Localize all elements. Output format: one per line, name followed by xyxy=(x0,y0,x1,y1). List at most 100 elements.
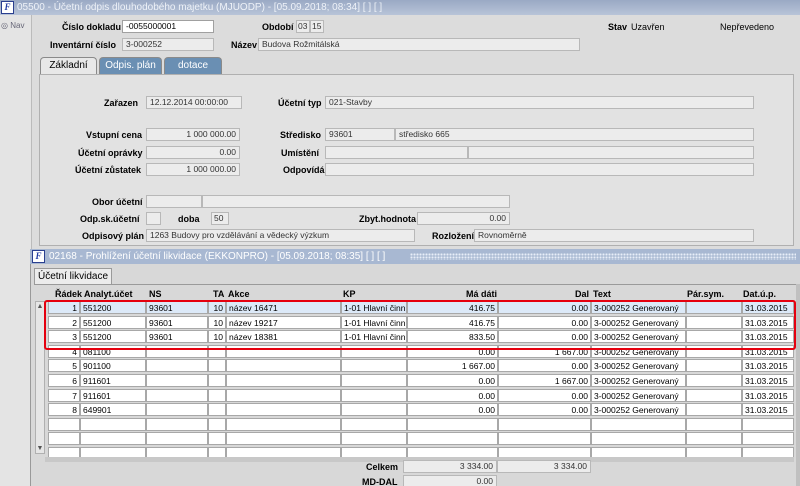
cell-akce[interactable] xyxy=(226,388,341,402)
stredisko-name-field[interactable]: středisko 665 xyxy=(395,128,754,141)
cell-akce[interactable]: název 16471 xyxy=(226,301,341,314)
col-text[interactable]: Text xyxy=(593,289,611,299)
cell-dal[interactable]: 0.00 xyxy=(498,403,591,417)
cell-radek[interactable]: 8 xyxy=(48,403,80,417)
cell-par[interactable] xyxy=(686,403,742,417)
inventarni-cislo-field[interactable]: 3-000252 xyxy=(122,38,214,51)
cell-ns[interactable] xyxy=(146,417,208,431)
stredisko-code-field[interactable]: 93601 xyxy=(325,128,395,141)
cell-ma_dati[interactable]: 0.00 xyxy=(407,344,498,358)
cell-ucet[interactable]: 649901 xyxy=(80,403,146,417)
cell-dal[interactable] xyxy=(498,417,591,431)
cell-kp[interactable] xyxy=(341,359,407,373)
col-analyt-ucet[interactable]: Analyt.účet xyxy=(84,289,133,299)
cell-akce[interactable] xyxy=(226,403,341,417)
cell-akce[interactable] xyxy=(226,432,341,446)
col-par-sym[interactable]: Pár.sym. xyxy=(687,289,724,299)
umisteni-field[interactable] xyxy=(325,146,468,159)
cell-dat[interactable]: 31.03.2015 xyxy=(742,344,794,358)
cell-par[interactable] xyxy=(686,301,742,314)
cell-akce[interactable] xyxy=(226,344,341,358)
cell-dal[interactable]: 0.00 xyxy=(498,301,591,314)
cell-radek[interactable]: 3 xyxy=(48,330,80,344)
col-kp[interactable]: KP xyxy=(343,289,356,299)
obdobi-month-field[interactable]: 15 xyxy=(310,20,324,33)
cell-ma_dati[interactable]: 416.75 xyxy=(407,315,498,329)
ucetni-opravky-field[interactable]: 0.00 xyxy=(146,146,240,159)
nazev-field[interactable]: Budova Rožmitálská xyxy=(258,38,580,51)
cell-ta[interactable] xyxy=(208,403,226,417)
table-row[interactable]: 4 081100 0.00 1 667.00 3-000252 Generovaný 31… xyxy=(48,344,794,359)
odpovida-field[interactable] xyxy=(325,163,754,176)
cell-dat[interactable]: 31.03.2015 xyxy=(742,315,794,329)
table-row[interactable]: 7 911601 0.00 0.00 3-000252 Generovaný 31.03.… xyxy=(48,388,794,403)
obdobi-year-field[interactable]: 03 xyxy=(296,20,310,33)
cell-text[interactable] xyxy=(591,432,686,446)
cell-dat[interactable]: 31.03.2015 xyxy=(742,301,794,314)
cell-dat[interactable] xyxy=(742,432,794,446)
cell-radek[interactable]: 5 xyxy=(48,359,80,373)
cell-kp[interactable] xyxy=(341,388,407,402)
rozlozeni-field[interactable]: Rovnoměrně xyxy=(474,229,754,242)
cell-ucet[interactable] xyxy=(80,417,146,431)
cell-dal[interactable]: 1 667.00 xyxy=(498,344,591,358)
cell-ta[interactable]: 10 xyxy=(208,315,226,329)
cell-akce[interactable]: název 18381 xyxy=(226,330,341,344)
table-row[interactable]: 5 901100 1 667.00 0.00 3-000252 Generovaný 31… xyxy=(48,359,794,373)
cell-ta[interactable] xyxy=(208,344,226,358)
cell-radek[interactable]: 2 xyxy=(48,315,80,329)
cell-par[interactable] xyxy=(686,388,742,402)
cell-text[interactable]: 3-000252 Generovaný xyxy=(591,374,686,387)
cell-text[interactable]: 3-000252 Generovaný xyxy=(591,344,686,358)
col-dal[interactable]: Dal xyxy=(575,289,589,299)
cell-ma_dati[interactable]: 833.50 xyxy=(407,330,498,344)
cell-ma_dati[interactable] xyxy=(407,432,498,446)
table-row[interactable]: 6 911601 0.00 1 667.00 3-000252 Generovaný 31… xyxy=(48,374,794,388)
cell-ta[interactable]: 10 xyxy=(208,301,226,314)
cell-ma_dati[interactable]: 0.00 xyxy=(407,388,498,402)
cell-ns[interactable] xyxy=(146,344,208,358)
nav-button[interactable]: ◎ Nav xyxy=(1,21,24,30)
celkem-dal-field[interactable]: 3 334.00 xyxy=(497,460,591,473)
cell-dal[interactable]: 0.00 xyxy=(498,359,591,373)
cell-text[interactable]: 3-000252 Generovaný xyxy=(591,403,686,417)
odp-sk-ucetni-field[interactable] xyxy=(146,212,161,225)
cell-ucet[interactable]: 911601 xyxy=(80,374,146,387)
zbyt-hodnota-field[interactable]: 0.00 xyxy=(417,212,510,225)
cell-text[interactable]: 3-000252 Generovaný xyxy=(591,315,686,329)
obor-ucetni-field[interactable] xyxy=(202,195,510,208)
scroll-down-icon[interactable]: ▼ xyxy=(36,444,44,453)
cell-ns[interactable]: 93601 xyxy=(146,315,208,329)
table-row[interactable]: 3 551200 93601 10 název 18381 1-01 Hlavní čin… xyxy=(48,330,794,344)
tab-zakladni[interactable]: Základní xyxy=(40,57,97,74)
umisteni-desc-field[interactable] xyxy=(468,146,754,159)
cell-par[interactable] xyxy=(686,330,742,344)
cell-dat[interactable] xyxy=(742,417,794,431)
cell-ma_dati[interactable]: 0.00 xyxy=(407,374,498,387)
odpisovy-plan-field[interactable]: 1263 Budovy pro vzdělávání a vědecký výz… xyxy=(146,229,415,242)
cell-radek[interactable]: 7 xyxy=(48,388,80,402)
cell-kp[interactable] xyxy=(341,374,407,387)
cell-radek[interactable] xyxy=(48,417,80,431)
obor-ucetni-code-field[interactable] xyxy=(146,195,202,208)
doba-field[interactable]: 50 xyxy=(211,212,229,225)
cell-ta[interactable] xyxy=(208,359,226,373)
cell-dal[interactable]: 0.00 xyxy=(498,330,591,344)
zarazen-field[interactable]: 12.12.2014 00:00:00 xyxy=(146,96,242,109)
cell-ma_dati[interactable] xyxy=(407,417,498,431)
col-akce[interactable]: Akce xyxy=(228,289,250,299)
cell-ucet[interactable] xyxy=(80,432,146,446)
vertical-scrollbar[interactable]: ▲ ▼ xyxy=(35,301,45,454)
table-row[interactable]: 8 649901 0.00 0.00 3-000252 Generovaný 31.03.… xyxy=(48,403,794,417)
cell-dal[interactable]: 0.00 xyxy=(498,388,591,402)
cell-kp[interactable]: 1-01 Hlavní činn xyxy=(341,330,407,344)
cell-kp[interactable]: 1-01 Hlavní činn xyxy=(341,301,407,314)
tab-ucetni-likvidace[interactable]: Účetní likvidace xyxy=(34,268,112,284)
cell-ns[interactable]: 93601 xyxy=(146,301,208,314)
cell-radek[interactable]: 4 xyxy=(48,344,80,358)
cell-text[interactable]: 3-000252 Generovaný xyxy=(591,359,686,373)
cell-text[interactable]: 3-000252 Generovaný xyxy=(591,330,686,344)
col-dat-up[interactable]: Dat.ú.p. xyxy=(743,289,776,299)
cislo-dokladu-field[interactable]: -0055000001 xyxy=(122,20,214,33)
table-row[interactable]: 2 551200 93601 10 název 19217 1-01 Hlavní čin… xyxy=(48,315,794,330)
